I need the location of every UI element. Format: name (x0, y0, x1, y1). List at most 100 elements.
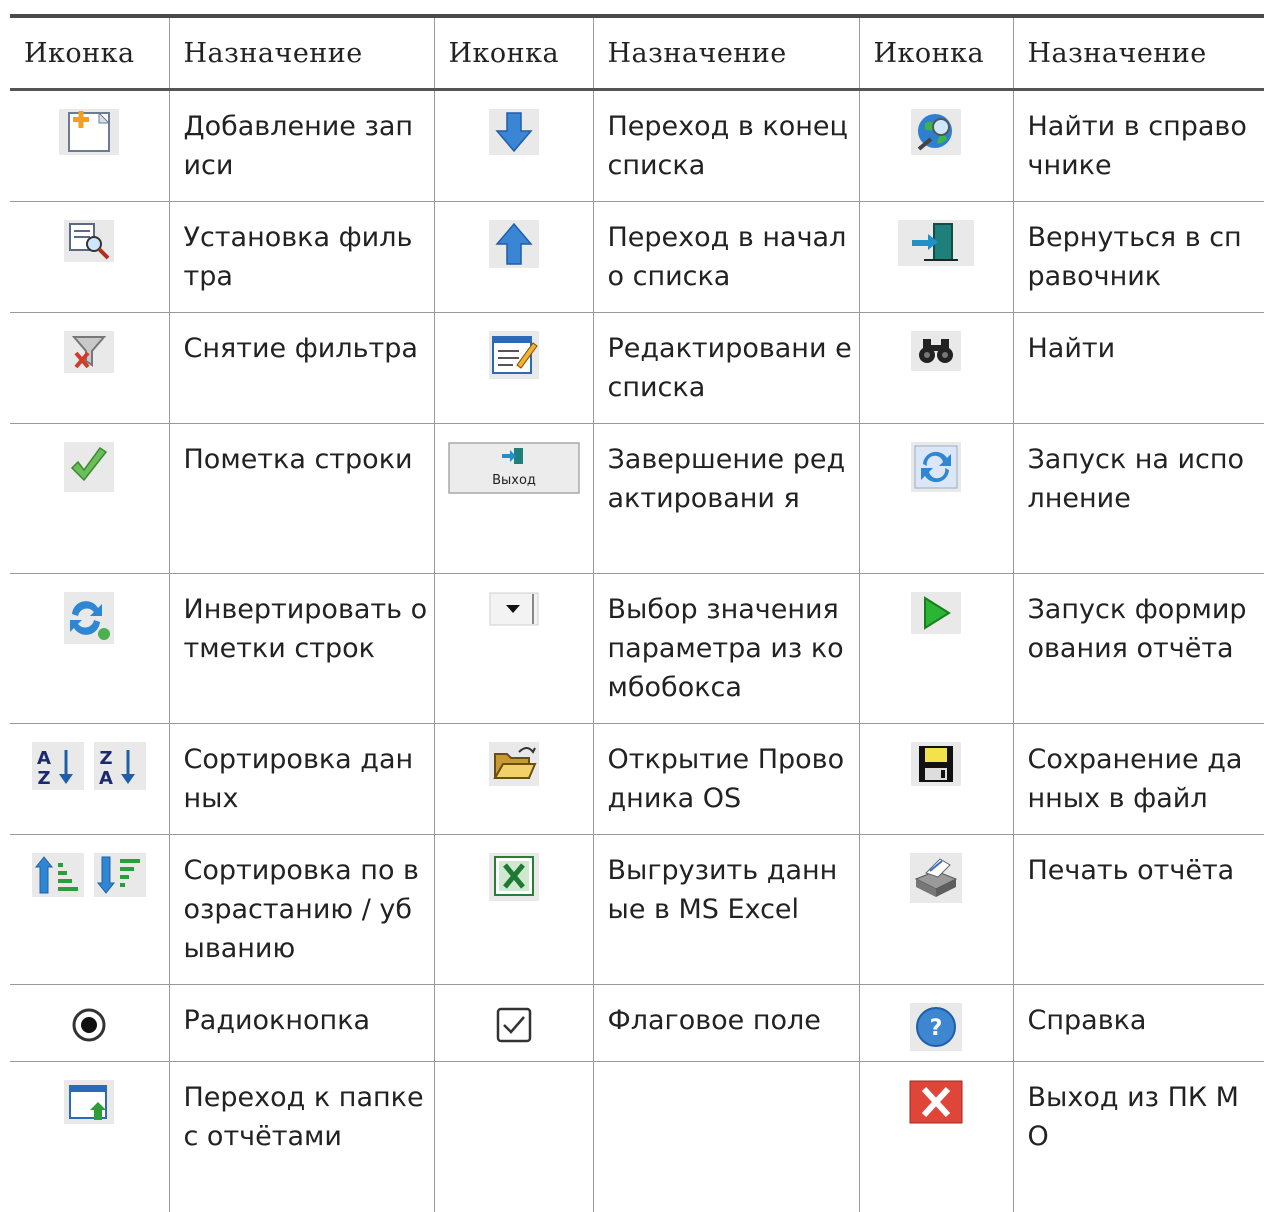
svg-text:Z: Z (38, 768, 51, 789)
svg-text:A: A (99, 768, 113, 789)
sort-az-icon: AZ (32, 742, 85, 790)
purpose-cell: Радиокнопка (168, 984, 434, 1062)
icon-cell (10, 423, 169, 574)
purpose-cell: Найти в справочнике (1012, 89, 1264, 202)
purpose-cell: Открытие Проводника OS (592, 723, 859, 835)
svg-text:A: A (37, 748, 51, 769)
arrow-up-icon (488, 220, 539, 268)
icon-cell (10, 573, 169, 724)
icon-cell (10, 89, 169, 202)
icon-cell (433, 573, 593, 724)
purpose-cell: Справка (1012, 984, 1264, 1062)
svg-text:Выход: Выход (492, 473, 536, 488)
icon-cell (10, 1062, 169, 1212)
purpose-cell (592, 1061, 859, 1212)
purpose-cell: Переход к папке с отчётами (168, 1061, 434, 1212)
excel-icon (488, 853, 539, 901)
return-door-icon (898, 220, 974, 266)
icon-cell (858, 423, 1013, 574)
purpose-cell: Запуск формирования отчёта (1012, 573, 1264, 724)
icon-cell: Выход (433, 423, 593, 574)
checkmark-icon (64, 442, 115, 492)
header-icon-3: Иконка (858, 16, 1013, 91)
radio-button-icon (67, 1003, 111, 1047)
table-row: Сортировка по возрастанию / убыванию Выг… (10, 834, 1264, 985)
table-row: Инвертировать отметки строк Выбор значен… (10, 573, 1264, 724)
invert-marks-icon (64, 592, 115, 644)
purpose-cell: Найти (1012, 312, 1264, 424)
purpose-cell: Сортировка данных (168, 723, 434, 835)
printer-icon (910, 853, 962, 903)
table-row: Радиокнопка Флаговое поле ? Справка (10, 984, 1264, 1062)
help-icon: ? (910, 1003, 962, 1051)
icon-cell (433, 723, 593, 835)
globe-search-icon (911, 109, 961, 155)
close-icon (909, 1080, 963, 1124)
purpose-cell: Печать отчёта (1012, 834, 1264, 985)
sort-descending-icon (94, 853, 147, 897)
header-icon-2: Иконка (433, 16, 593, 91)
purpose-cell: Инвертировать отметки строк (168, 573, 434, 724)
purpose-cell: Выход из ПК МО (1012, 1061, 1264, 1212)
purpose-cell: Редактировани е списка (592, 312, 859, 424)
icon-cell (433, 984, 593, 1062)
floppy-save-icon (911, 742, 961, 786)
add-record-icon (59, 109, 120, 155)
icon-cell (10, 834, 169, 985)
play-icon (911, 592, 961, 634)
icon-cell (433, 312, 593, 424)
purpose-cell: Сортировка по возрастанию / убыванию (168, 834, 434, 985)
purpose-cell: Флаговое поле (592, 984, 859, 1062)
sort-direction-icons (32, 853, 147, 897)
table-row: Установка фильтра Переход в начало списк… (10, 201, 1264, 313)
icon-cell (10, 984, 169, 1062)
icon-cell (858, 573, 1013, 724)
purpose-cell: Вернуться в справочник (1012, 201, 1264, 313)
table-row: Добавление записи Переход в конец списка… (10, 89, 1264, 202)
table-row: Пометка строки Выход Завершение редактир… (10, 423, 1264, 574)
purpose-cell: Установка фильтра (168, 201, 434, 313)
icon-cell (433, 89, 593, 202)
purpose-cell: Сохранение данных в файл (1012, 723, 1264, 835)
icon-cell (10, 201, 169, 313)
icon-cell (858, 89, 1013, 202)
icon-cell (433, 834, 593, 985)
header-purpose-2: Назначение (592, 16, 859, 91)
purpose-cell: Запуск на исполнение (1012, 423, 1264, 574)
icons-table: Иконка Назначение Иконка Назначение Икон… (10, 14, 1264, 1212)
filter-search-icon (64, 220, 115, 262)
icon-cell (858, 201, 1013, 313)
sort-icons: AZ ZA (32, 742, 147, 790)
icon-cell (858, 723, 1013, 835)
checkbox-icon (492, 1003, 536, 1047)
svg-text:Z: Z (100, 748, 113, 769)
purpose-cell: Снятие фильтра (168, 312, 434, 424)
purpose-cell: Выгрузить данные в MS Excel (592, 834, 859, 985)
sort-za-icon: ZA (94, 742, 147, 790)
header-purpose-3: Назначение (1012, 16, 1264, 91)
table-row: AZ ZA Сортировка данных Открытие Проводн… (10, 723, 1264, 835)
icon-cell (10, 312, 169, 424)
icon-cell: AZ ZA (10, 723, 169, 835)
purpose-cell: Пометка строки (168, 423, 434, 574)
purpose-cell: Переход в конец списка (592, 89, 859, 202)
icon-cell (433, 1061, 593, 1212)
sort-ascending-icon (32, 853, 85, 897)
table-row: Снятие фильтра Редактировани е списка На… (10, 312, 1264, 424)
icon-cell: ? (858, 984, 1013, 1062)
purpose-cell: Выбор значения параметра из комбобокса (592, 573, 859, 724)
binoculars-icon (911, 331, 961, 371)
refresh-icon (911, 442, 961, 492)
header-icon-1: Иконка (10, 16, 169, 91)
header-purpose-1: Назначение (168, 16, 434, 91)
exit-button-icon: Выход (447, 442, 580, 494)
icon-cell (858, 834, 1013, 985)
purpose-cell: Переход в начало списка (592, 201, 859, 313)
combobox-arrow-icon (489, 592, 539, 626)
open-folder-icon (488, 742, 539, 786)
svg-text:?: ? (930, 1016, 943, 1041)
purpose-cell: Завершение редактировани я (592, 423, 859, 574)
reports-folder-icon (64, 1080, 115, 1124)
icon-cell (858, 1061, 1013, 1212)
arrow-down-icon (488, 109, 539, 155)
